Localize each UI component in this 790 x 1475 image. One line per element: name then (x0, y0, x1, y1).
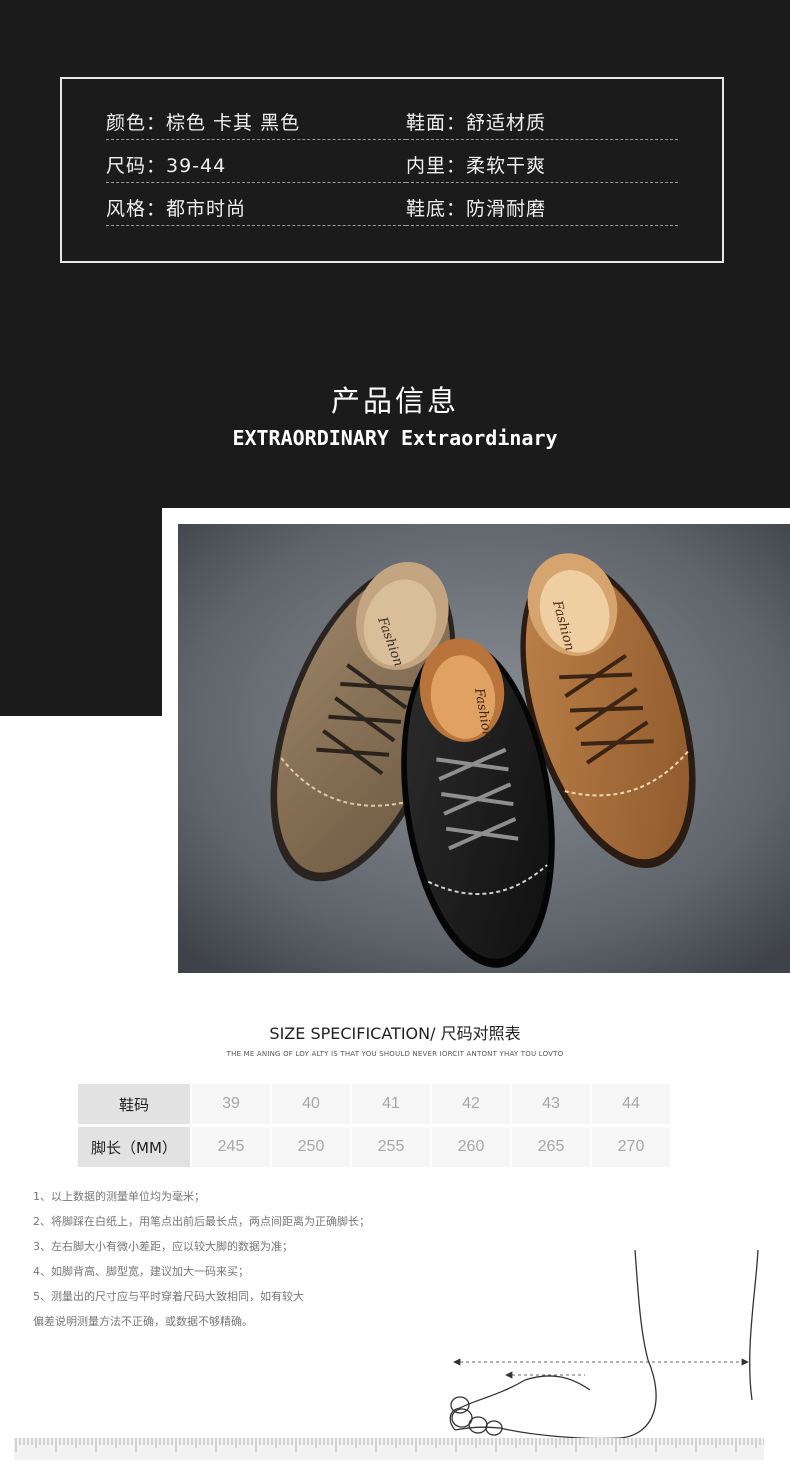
attr-size: 尺码：39-44 (106, 150, 406, 183)
size-cell: 39 (192, 1084, 270, 1124)
note-item: 1、以上数据的测量单位均为毫米； (33, 1190, 205, 1203)
length-cell: 245 (192, 1127, 270, 1167)
size-spec-title: SIZE SPECIFICATION/ 尺码对照表 (269, 1024, 521, 1043)
attr-lining: 内里：柔软干爽 (406, 150, 678, 183)
attr-sole: 鞋底：防滑耐磨 (406, 193, 678, 226)
product-photo: Fashion Fashion Fashion (178, 524, 790, 973)
size-cell: 42 (432, 1084, 510, 1124)
measurement-notes: 1、以上数据的测量单位均为毫米； 2、将脚踩在白纸上，用笔点出前后最长点，两点间… (33, 1184, 370, 1334)
length-cell: 260 (432, 1127, 510, 1167)
note-item: 偏差说明测量方法不正确，或数据不够精确。 (33, 1315, 253, 1328)
attr-style: 风格：都市时尚 (106, 193, 406, 226)
size-cell: 40 (272, 1084, 350, 1124)
length-cell: 265 (512, 1127, 590, 1167)
section-title: 产品信息 (330, 384, 459, 418)
product-attributes-box: 颜色：棕色 卡其 黑色 鞋面：舒适材质 尺码：39-44 内里：柔软干爽 风格：… (60, 77, 724, 263)
size-cell: 43 (512, 1084, 590, 1124)
measuring-ruler (14, 1438, 765, 1460)
note-item: 4、如脚背高、脚型宽，建议加大一码来买； (33, 1265, 249, 1278)
length-cell: 250 (272, 1127, 350, 1167)
length-row-header: 脚长（MM） (78, 1127, 190, 1167)
attr-upper: 鞋面：舒适材质 (406, 107, 678, 140)
attr-color: 颜色：棕色 卡其 黑色 (106, 107, 406, 140)
size-table: 鞋码 39 40 41 42 43 44 脚长（MM） 245 250 255 … (76, 1081, 672, 1170)
dark-accent-block (0, 508, 162, 716)
section-subtitle: EXTRAORDINARY Extraordinary (232, 426, 558, 450)
note-item: 2、将脚踩在白纸上，用笔点出前后最长点，两点间距离为正确脚长； (33, 1215, 370, 1228)
size-spec-subtitle: THE ME ANING OF LOY ALTY IS THAT YOU SHO… (226, 1050, 564, 1058)
foot-measure-illustration (440, 1249, 770, 1450)
length-cell: 255 (352, 1127, 430, 1167)
size-cell: 44 (592, 1084, 670, 1124)
table-row: 鞋码 39 40 41 42 43 44 (78, 1084, 670, 1124)
size-cell: 41 (352, 1084, 430, 1124)
length-cell: 270 (592, 1127, 670, 1167)
note-item: 3、左右脚大小有微小差距，应以较大脚的数据为准； (33, 1240, 293, 1253)
table-row: 脚长（MM） 245 250 255 260 265 270 (78, 1127, 670, 1167)
size-row-header: 鞋码 (78, 1084, 190, 1124)
note-item: 5、测量出的尺寸应与平时穿着尺码大致相同，如有较大 (33, 1290, 304, 1303)
